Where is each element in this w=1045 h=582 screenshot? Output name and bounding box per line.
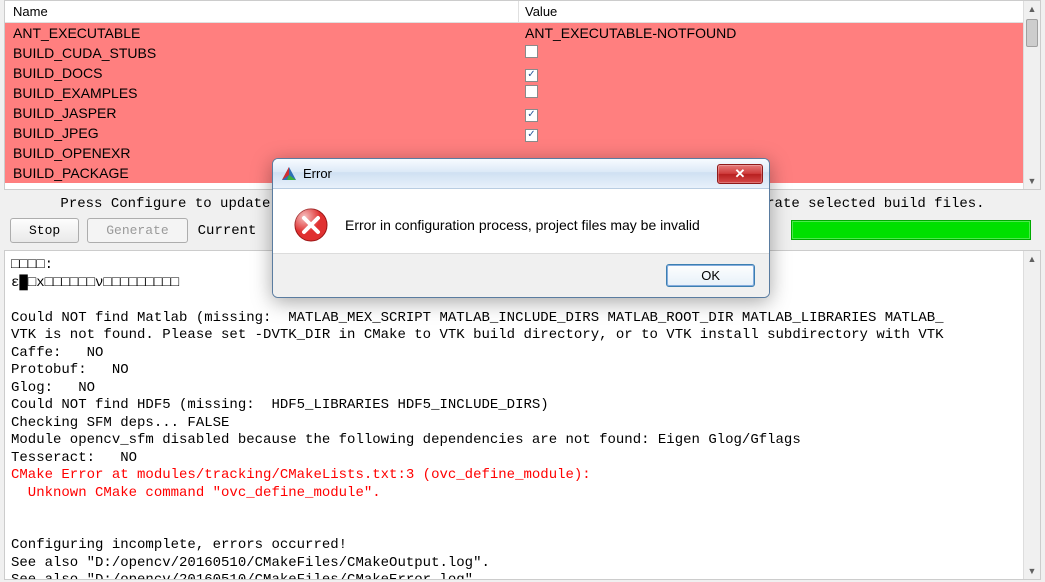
table-row[interactable]: ANT_EXECUTABLEANT_EXECUTABLE-NOTFOUND — [5, 23, 1023, 43]
variable-value[interactable]: ANT_EXECUTABLE-NOTFOUND — [519, 25, 1023, 41]
stop-button[interactable]: Stop — [10, 218, 79, 243]
dialog-titlebar[interactable]: Error ✕ — [273, 159, 769, 189]
dialog-ok-button[interactable]: OK — [666, 264, 755, 287]
variable-value[interactable] — [519, 85, 1023, 101]
current-generator-label: Current — [198, 223, 257, 239]
scroll-down-arrow-icon[interactable]: ▼ — [1024, 563, 1040, 579]
log-output[interactable]: □□□□: ε█□x□□□□□□ν□□□□□□□□□ Could NOT fin… — [5, 251, 1023, 579]
dialog-close-button[interactable]: ✕ — [717, 164, 763, 184]
checkbox[interactable]: ✓ — [525, 69, 538, 82]
error-icon — [293, 207, 329, 243]
variable-name: BUILD_DOCS — [5, 65, 519, 81]
table-row[interactable]: BUILD_DOCS ✓ — [5, 63, 1023, 83]
checkbox[interactable]: ✓ — [525, 109, 538, 122]
scroll-down-arrow-icon[interactable]: ▼ — [1024, 173, 1040, 189]
column-header-name[interactable]: Name — [5, 1, 519, 22]
dialog-body: Error in configuration process, project … — [273, 189, 769, 253]
checkbox[interactable] — [525, 85, 538, 98]
variable-value[interactable] — [519, 45, 1023, 61]
variable-value[interactable]: ✓ — [519, 124, 1023, 142]
variable-value[interactable]: ✓ — [519, 104, 1023, 122]
variable-value[interactable]: ✓ — [519, 64, 1023, 82]
variable-name: BUILD_CUDA_STUBS — [5, 45, 519, 61]
error-dialog: Error ✕ Error in configuration process, … — [272, 158, 770, 298]
checkbox[interactable]: ✓ — [525, 129, 538, 142]
column-header-value[interactable]: Value — [519, 1, 1023, 22]
log-scrollbar[interactable]: ▲ ▼ — [1023, 251, 1040, 579]
table-row[interactable]: BUILD_JASPER ✓ — [5, 103, 1023, 123]
variable-name: BUILD_JASPER — [5, 105, 519, 121]
variable-name: BUILD_JPEG — [5, 125, 519, 141]
progress-bar — [791, 220, 1031, 240]
table-scrollbar[interactable]: ▲ ▼ — [1023, 1, 1040, 189]
scroll-thumb[interactable] — [1026, 19, 1038, 47]
table-row[interactable]: BUILD_EXAMPLES — [5, 83, 1023, 103]
button-row: Stop Generate Current — [10, 218, 256, 243]
cache-table-header: Name Value — [5, 1, 1023, 23]
table-row[interactable]: BUILD_CUDA_STUBS — [5, 43, 1023, 63]
table-row[interactable]: BUILD_JPEG ✓ — [5, 123, 1023, 143]
variable-name: ANT_EXECUTABLE — [5, 25, 519, 41]
generate-button: Generate — [87, 218, 187, 243]
scroll-up-arrow-icon[interactable]: ▲ — [1024, 1, 1040, 17]
dialog-footer: OK — [273, 253, 769, 297]
checkbox[interactable] — [525, 45, 538, 58]
variable-name: BUILD_EXAMPLES — [5, 85, 519, 101]
dialog-message: Error in configuration process, project … — [345, 217, 700, 233]
cmake-icon — [281, 166, 297, 182]
scroll-up-arrow-icon[interactable]: ▲ — [1024, 251, 1040, 267]
log-panel: □□□□: ε█□x□□□□□□ν□□□□□□□□□ Could NOT fin… — [4, 250, 1041, 580]
close-icon: ✕ — [735, 166, 746, 182]
dialog-title: Error — [303, 166, 717, 181]
